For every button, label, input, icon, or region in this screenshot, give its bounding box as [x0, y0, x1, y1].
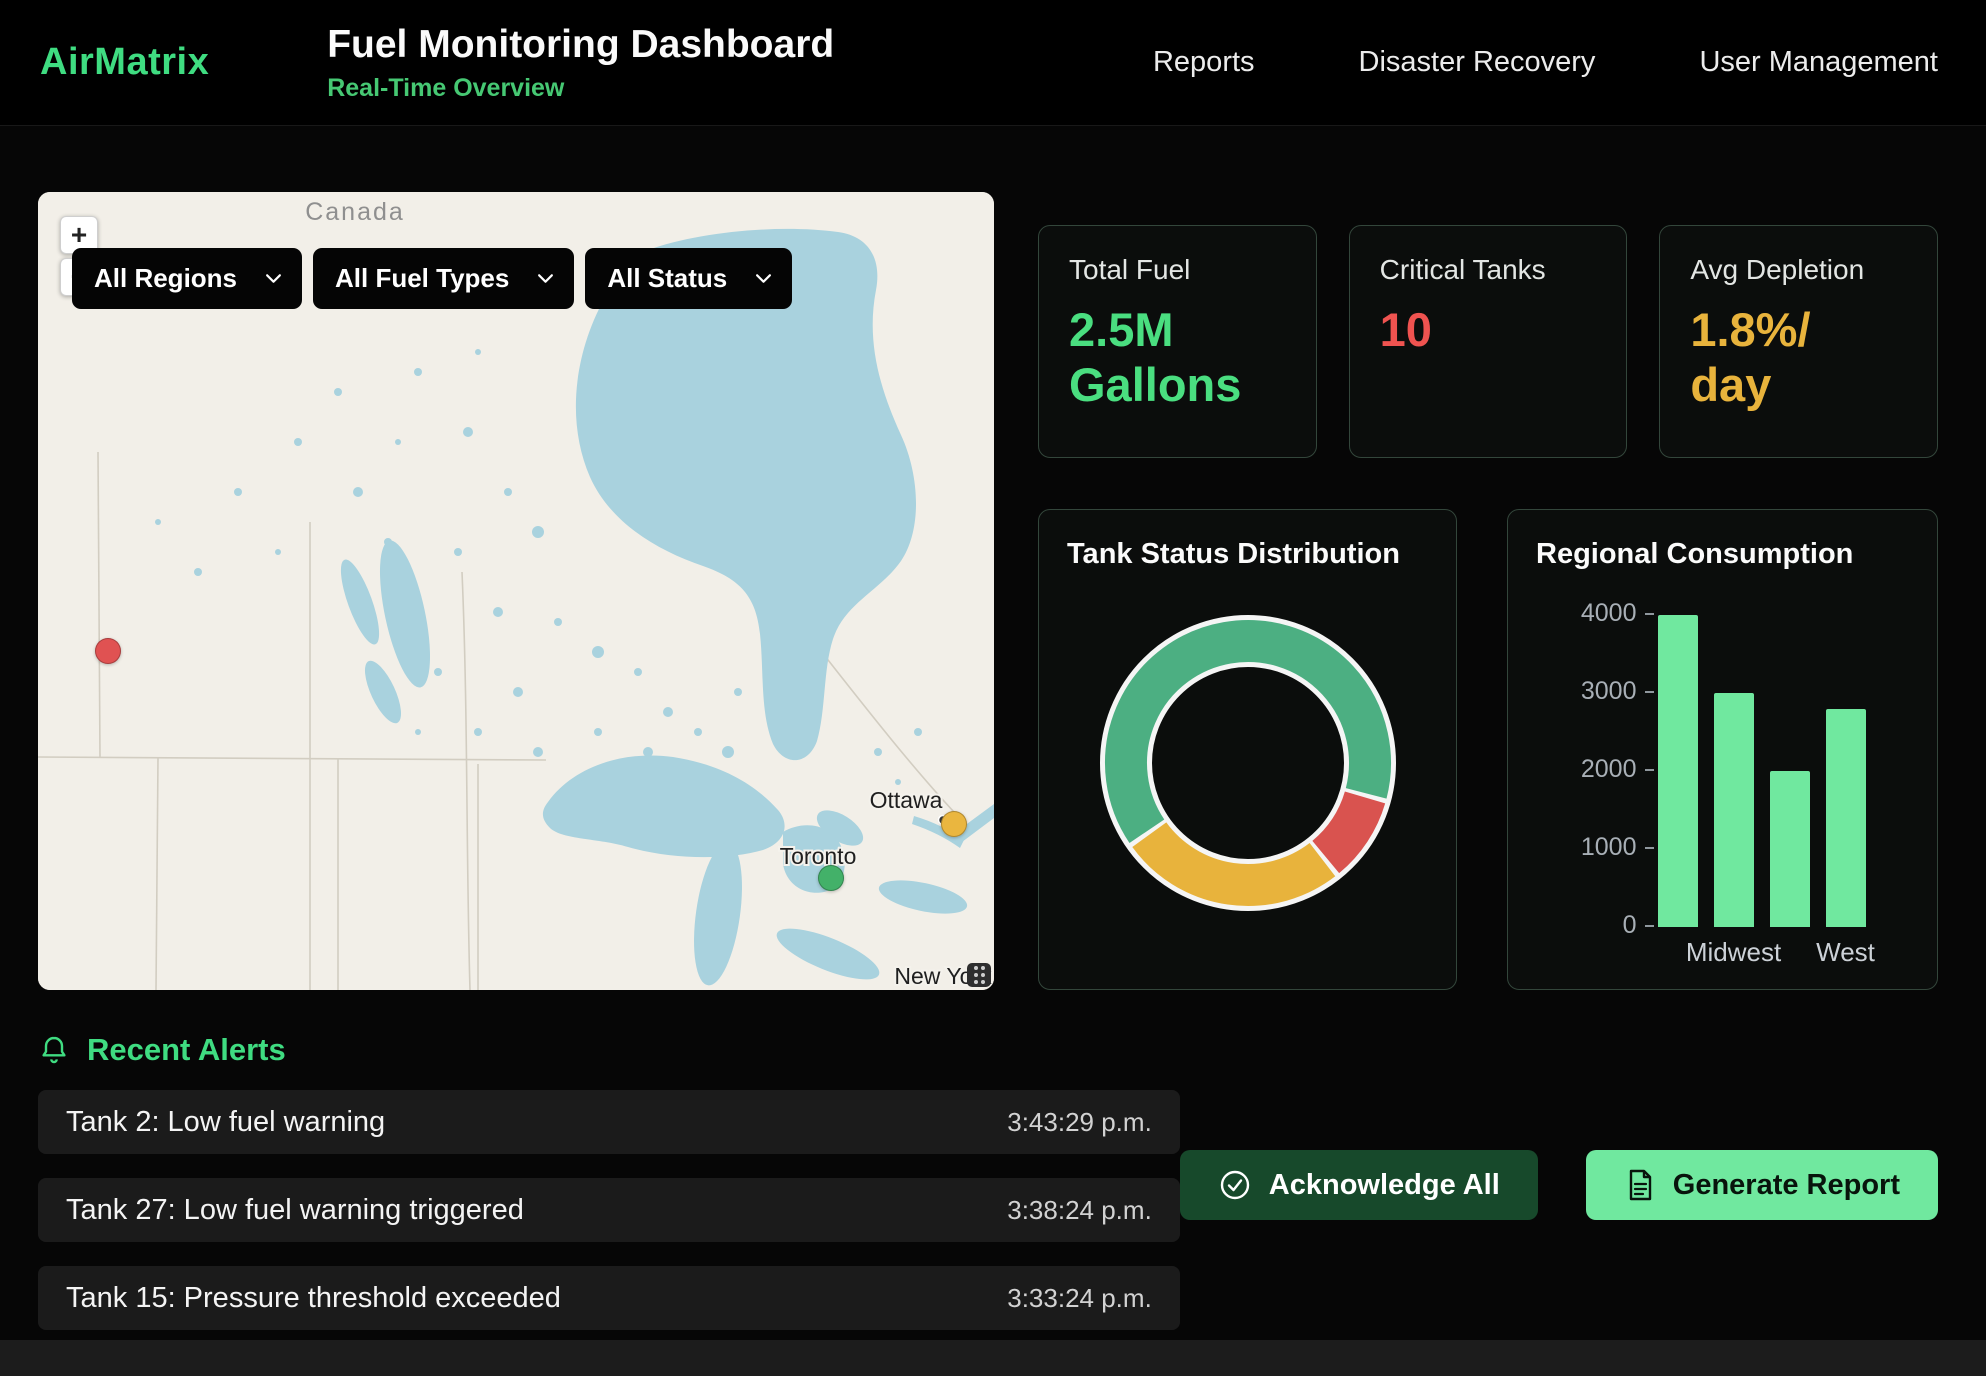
page-title: Fuel Monitoring Dashboard	[327, 23, 834, 67]
stat-label: Avg Depletion	[1690, 254, 1907, 286]
bar-midwest	[1714, 693, 1754, 927]
nav-item-disaster-recovery[interactable]: Disaster Recovery	[1359, 46, 1596, 79]
tank-status-card: Tank Status Distribution	[1038, 509, 1457, 990]
alert-time: 3:43:29 p.m.	[1007, 1107, 1152, 1138]
alert-row[interactable]: Tank 2: Low fuel warning 3:43:29 p.m.	[38, 1090, 1180, 1154]
y-axis-tick: 2000	[1581, 755, 1654, 784]
bar-3	[1770, 771, 1810, 927]
chevron-down-icon	[755, 273, 772, 284]
alerts-heading: Recent Alerts	[87, 1032, 286, 1068]
stats-row: Total Fuel 2.5M Gallons Critical Tanks 10 Av…	[1038, 225, 1938, 458]
map-label-toronto: Toronto	[780, 843, 857, 869]
alert-row[interactable]: Tank 27: Low fuel warning triggered 3:38:…	[38, 1178, 1180, 1242]
y-axis-tick: 1000	[1581, 833, 1654, 862]
alerts-section: Recent Alerts Tank 2: Low fuel warning 3:…	[0, 990, 1986, 1354]
alert-actions: Acknowledge All Generate Report	[1180, 1150, 1938, 1220]
tank-map[interactable]: Canada Ottawa Toronto New York	[38, 192, 994, 990]
alert-message: Tank 15: Pressure threshold exceeded	[66, 1282, 561, 1315]
resize-handle[interactable]	[967, 963, 991, 987]
stat-label: Critical Tanks	[1380, 254, 1597, 286]
filter-label: All Status	[607, 263, 727, 294]
y-axis-tick: 3000	[1581, 677, 1654, 706]
chevron-down-icon	[265, 273, 282, 284]
check-circle-icon	[1218, 1168, 1252, 1202]
regional-consumption-bar-chart: 01000200030004000 MidwestWest	[1536, 615, 1909, 977]
nav-item-reports[interactable]: Reports	[1153, 46, 1255, 79]
document-icon	[1624, 1168, 1656, 1202]
map-marker-normal[interactable]	[818, 865, 844, 891]
acknowledge-all-label: Acknowledge All	[1269, 1169, 1500, 1202]
donut-chart-title: Tank Status Distribution	[1067, 538, 1428, 571]
alert-row[interactable]: Tank 15: Pressure threshold exceeded 3:33…	[38, 1266, 1180, 1330]
alerts-panel: Recent Alerts Tank 2: Low fuel warning 3:…	[38, 1032, 1180, 1354]
generate-report-label: Generate Report	[1673, 1169, 1900, 1202]
x-axis-label-midwest: Midwest	[1686, 937, 1781, 968]
stat-value: 10	[1380, 302, 1597, 357]
title-block: Fuel Monitoring Dashboard Real-Time Over…	[327, 23, 834, 103]
alert-time: 3:38:24 p.m.	[1007, 1195, 1152, 1226]
charts-row: Tank Status Distribution Regional Consum…	[1038, 509, 1938, 990]
stat-label: Total Fuel	[1069, 254, 1286, 286]
bar-west	[1826, 709, 1866, 927]
main-area: Canada Ottawa Toronto New York + − All R…	[0, 126, 1986, 990]
x-axis-label-west: West	[1816, 937, 1875, 968]
regional-consumption-card: Regional Consumption 0 1000 2000 3000 4000 M…	[1507, 509, 1938, 990]
filter-label: All Regions	[94, 263, 237, 294]
donut-segment-normal	[1126, 641, 1370, 831]
stat-card-total-fuel: Total Fuel 2.5M Gallons	[1038, 225, 1317, 458]
generate-report-button[interactable]: Generate Report	[1586, 1150, 1938, 1220]
tank-status-donut-chart	[1078, 593, 1418, 933]
bar-chart-title: Regional Consumption	[1536, 538, 1909, 571]
chevron-down-icon	[537, 273, 554, 284]
stat-value: 1.8%/ day	[1690, 302, 1907, 413]
brand-logo: AirMatrix	[40, 41, 209, 84]
nav-item-user-management[interactable]: User Management	[1699, 46, 1938, 79]
y-axis-tick: 4000	[1581, 599, 1654, 628]
filter-label: All Fuel Types	[335, 263, 509, 294]
page-subtitle: Real-Time Overview	[327, 74, 834, 103]
footer-bar	[0, 1340, 1986, 1376]
map-filters: All Regions All Fuel Types All Status	[72, 248, 792, 309]
map-marker-critical[interactable]	[95, 638, 121, 664]
stat-card-critical-tanks: Critical Tanks 10	[1349, 225, 1628, 458]
stat-card-avg-depletion: Avg Depletion 1.8%/ day	[1659, 225, 1938, 458]
alert-message: Tank 27: Low fuel warning triggered	[66, 1194, 524, 1227]
alert-time: 3:33:24 p.m.	[1007, 1283, 1152, 1314]
filter-all-status[interactable]: All Status	[585, 248, 792, 309]
main-nav: Reports Disaster Recovery User Management	[1153, 46, 1938, 79]
map-label-country: Canada	[305, 198, 405, 226]
acknowledge-all-button[interactable]: Acknowledge All	[1180, 1150, 1538, 1220]
map-label-ottawa: Ottawa	[870, 787, 943, 813]
bell-icon	[38, 1034, 70, 1066]
alert-message: Tank 2: Low fuel warning	[66, 1106, 385, 1139]
alerts-list: Tank 2: Low fuel warning3:43:29 p.m.Tank…	[38, 1090, 1180, 1330]
donut-segment-critical	[1325, 797, 1364, 857]
y-axis-tick: 0	[1623, 911, 1654, 940]
bar-chart-plot	[1658, 615, 1866, 927]
map-panel: Canada Ottawa Toronto New York + − All R…	[38, 192, 994, 990]
bar-chart-y-axis: 01000200030004000	[1580, 615, 1654, 927]
filter-all-fuel-types[interactable]: All Fuel Types	[313, 248, 574, 309]
filter-all-regions[interactable]: All Regions	[72, 248, 302, 309]
stat-value: 2.5M Gallons	[1069, 302, 1286, 413]
right-column: Total Fuel 2.5M Gallons Critical Tanks 10 Av…	[1038, 225, 1938, 990]
bar-chart-x-axis: MidwestWest	[1658, 935, 1866, 977]
map-marker-warning[interactable]	[941, 811, 967, 837]
app-header: AirMatrix Fuel Monitoring Dashboard Real…	[0, 0, 1986, 126]
bar-1	[1658, 615, 1698, 927]
